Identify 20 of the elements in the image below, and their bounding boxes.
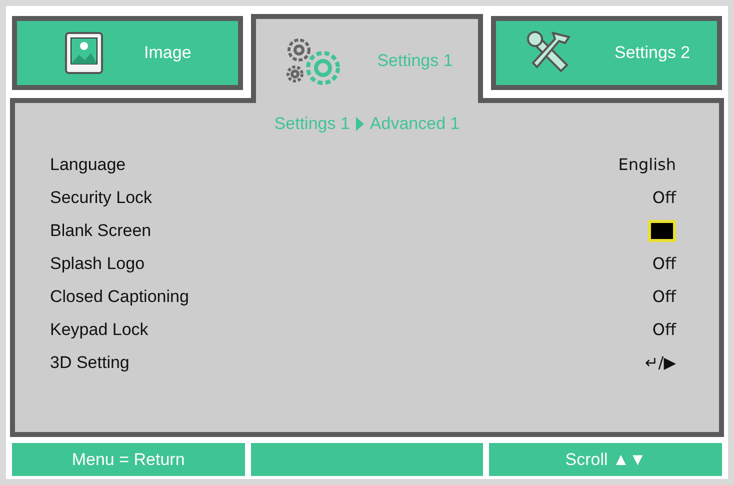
setting-value[interactable]: Off [652, 285, 676, 309]
setting-label[interactable]: Security Lock [50, 185, 152, 211]
footer-hint: Menu = Return [72, 448, 185, 471]
setting-label[interactable]: Language [50, 152, 126, 178]
setting-value[interactable]: Off [652, 252, 676, 276]
setting-label[interactable]: Closed Captioning [50, 284, 189, 310]
setting-value[interactable]: Off [652, 186, 676, 210]
setting-label[interactable]: Keypad Lock [50, 317, 148, 343]
setting-value[interactable]: English [618, 153, 676, 177]
setting-label[interactable]: Blank Screen [50, 218, 152, 244]
setting-value[interactable]: Off [652, 318, 676, 342]
footer-hint: Scroll ▲▼ [565, 448, 646, 471]
picture-frame-icon [64, 31, 104, 75]
setting-label[interactable]: 3D Setting [50, 350, 130, 376]
breadcrumb-arrow-icon [356, 116, 364, 131]
setting-value[interactable]: ↵/▶ [644, 351, 676, 375]
breadcrumb-current: Advanced 1 [370, 113, 460, 135]
breadcrumb-parent: Settings 1 [274, 113, 350, 135]
color-swatch[interactable] [648, 220, 676, 242]
setting-label[interactable]: Splash Logo [50, 251, 145, 277]
